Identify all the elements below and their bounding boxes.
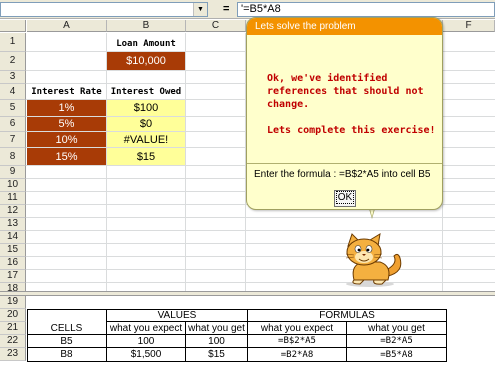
column-header-b[interactable]: B <box>107 20 186 32</box>
table-row-cell: B5 <box>27 335 107 348</box>
formulas-get-header: what you get <box>347 322 447 335</box>
column-header-c[interactable]: C <box>186 20 246 32</box>
gridline <box>26 217 495 218</box>
gridline <box>26 230 495 231</box>
rate-cell-a5[interactable]: 1% <box>27 100 106 116</box>
row-header-9[interactable]: 9 <box>0 166 26 179</box>
callout-title: Lets solve the problem <box>247 18 442 35</box>
callout-message-1: Ok, we've identified references that sho… <box>267 73 424 110</box>
select-all-corner[interactable] <box>0 20 26 32</box>
row-header-19[interactable]: 19 <box>0 296 26 309</box>
values-header: VALUES <box>107 309 248 322</box>
callout-instruction: Enter the formula : =B$2*A5 into cell B5 <box>247 163 442 180</box>
table-row-val-get: $15 <box>186 348 248 362</box>
row-header-12[interactable]: 12 <box>0 205 26 218</box>
loan-amount-value[interactable]: $10,000 <box>107 52 185 70</box>
row-header-22[interactable]: 22 <box>0 335 26 348</box>
row-header-1[interactable]: 1 <box>0 33 26 52</box>
interest-rate-label[interactable]: Interest Rate <box>27 85 106 99</box>
row-header-20[interactable]: 20 <box>0 309 26 322</box>
table-row-val-get: 100 <box>186 335 248 348</box>
row-header-6[interactable]: 6 <box>0 117 26 132</box>
cat-pupil-left <box>357 248 361 252</box>
cells-header: CELLS <box>27 322 107 335</box>
column-header-f[interactable]: F <box>443 20 495 32</box>
callout-message-2: Lets complete this exercise! <box>267 125 436 136</box>
row-header-5[interactable]: 5 <box>0 100 26 117</box>
row-header-3[interactable]: 3 <box>0 71 26 84</box>
row-header-21[interactable]: 21 <box>0 322 26 335</box>
formulas-expect-header: what you expect <box>248 322 347 335</box>
gridline <box>26 243 495 244</box>
formulas-header: FORMULAS <box>248 309 447 322</box>
formula-equals-label: = <box>223 3 230 15</box>
table-row-f-get: =B5*A8 <box>347 348 447 362</box>
formula-input[interactable]: '=B5*A8 <box>237 2 495 17</box>
table-blank-header <box>27 309 107 322</box>
row-header-7[interactable]: 7 <box>0 132 26 148</box>
owed-cell-b6[interactable]: $0 <box>107 117 185 131</box>
row-header-11[interactable]: 11 <box>0 192 26 205</box>
name-box[interactable]: ▼ <box>0 2 208 17</box>
chevron-down-icon[interactable]: ▼ <box>193 3 207 16</box>
rate-cell-a6[interactable]: 5% <box>27 117 106 131</box>
row-header-17[interactable]: 17 <box>0 270 26 283</box>
values-expect-header: what you expect <box>107 322 186 335</box>
table-row-val-expect: $1,500 <box>107 348 186 362</box>
cat-pupil-right <box>366 248 370 252</box>
row-header-23[interactable]: 23 <box>0 348 26 361</box>
gridline <box>26 269 495 270</box>
owed-cell-b8[interactable]: $15 <box>107 148 185 165</box>
table-row-cell: B8 <box>27 348 107 362</box>
cat-mascot-icon[interactable] <box>340 232 406 288</box>
row-header-2[interactable]: 2 <box>0 52 26 71</box>
ok-button[interactable]: OK <box>334 190 356 207</box>
table-row-val-expect: 100 <box>107 335 186 348</box>
cat-eye-right <box>365 245 373 253</box>
callout-message: Ok, we've identified references that sho… <box>267 72 439 137</box>
table-row-f-expect: =B$2*A5 <box>248 335 347 348</box>
row-header-8[interactable]: 8 <box>0 148 26 166</box>
owed-cell-b5[interactable]: $100 <box>107 100 185 116</box>
table-row-f-expect: =B2*A8 <box>248 348 347 362</box>
interest-owed-label[interactable]: Interest Owed <box>107 85 185 99</box>
cat-eye-left <box>354 245 362 253</box>
rate-cell-a8[interactable]: 15% <box>27 148 106 165</box>
row-header-14[interactable]: 14 <box>0 231 26 244</box>
values-get-header: what you get <box>186 322 248 335</box>
split-pane-divider[interactable] <box>0 291 495 296</box>
gridline <box>26 256 495 257</box>
loan-amount-label[interactable]: Loan Amount <box>107 36 185 51</box>
owed-cell-b7[interactable]: #VALUE! <box>107 132 185 147</box>
column-header-a[interactable]: A <box>27 20 107 32</box>
row-header-15[interactable]: 15 <box>0 244 26 257</box>
rate-cell-a7[interactable]: 10% <box>27 132 106 147</box>
ok-button-label: OK <box>335 191 355 204</box>
row-header-10[interactable]: 10 <box>0 179 26 192</box>
row-header-16[interactable]: 16 <box>0 257 26 270</box>
table-row-f-get: =B2*A5 <box>347 335 447 348</box>
gridline <box>185 33 186 291</box>
gridline <box>26 282 495 283</box>
row-header-4[interactable]: 4 <box>0 84 26 100</box>
assistant-callout: Lets solve the problem Ok, we've identif… <box>246 17 443 210</box>
row-header-13[interactable]: 13 <box>0 218 26 231</box>
